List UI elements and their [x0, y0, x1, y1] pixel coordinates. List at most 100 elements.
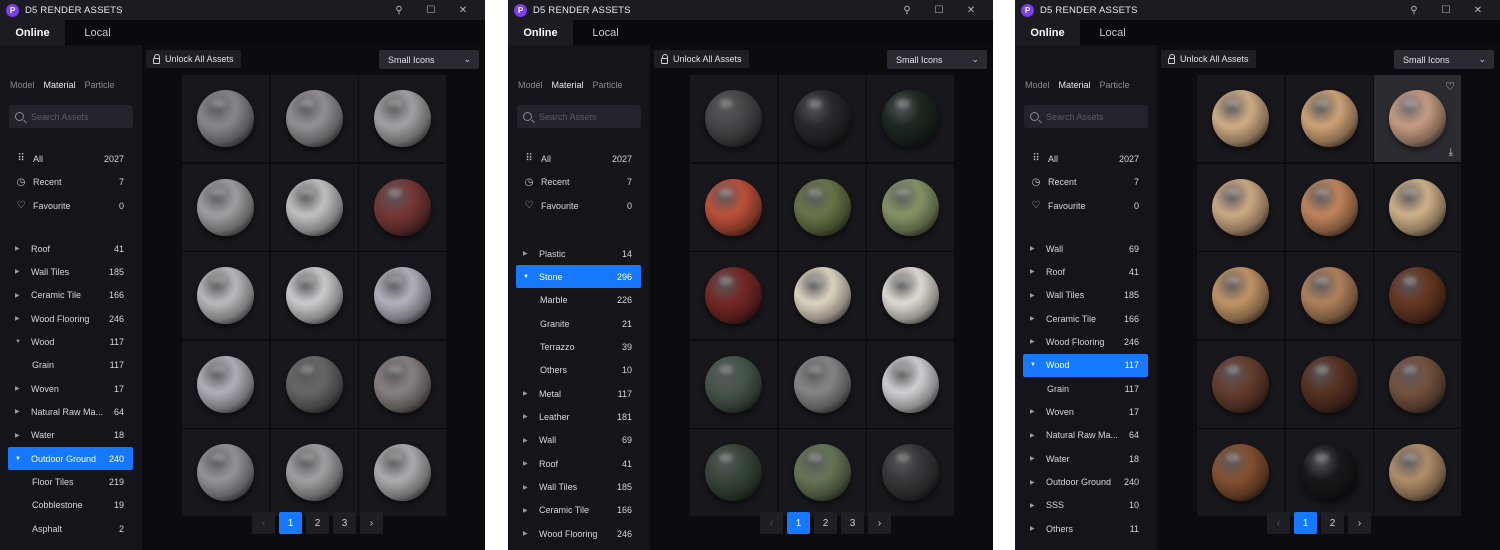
- tab-particle[interactable]: Particle: [85, 80, 115, 90]
- category-item[interactable]: ▶ Roof 41: [1023, 260, 1148, 283]
- category-item[interactable]: ▶ Ceramic Tile 166: [1023, 307, 1148, 330]
- category-item[interactable]: ▼ Wood 117: [8, 330, 133, 353]
- tab-model[interactable]: Model: [518, 80, 543, 90]
- category-item[interactable]: ▶ Ceramic Tile 166: [8, 284, 133, 307]
- material-tile[interactable]: [1285, 252, 1373, 339]
- expand-arrow-icon[interactable]: ▶: [15, 432, 25, 439]
- view-mode-select[interactable]: Small Icons ⌄: [379, 50, 479, 69]
- expand-arrow-icon[interactable]: ▶: [523, 507, 533, 514]
- close-icon[interactable]: ✕: [955, 5, 987, 16]
- expand-arrow-icon[interactable]: ▶: [523, 460, 533, 467]
- material-tile[interactable]: [1374, 163, 1461, 251]
- expand-arrow-icon[interactable]: ▶: [15, 292, 25, 299]
- expand-arrow-icon[interactable]: ▶: [523, 250, 533, 257]
- material-tile[interactable]: [867, 340, 954, 428]
- material-tile[interactable]: [778, 75, 866, 162]
- category-item[interactable]: Floor Tiles 219: [8, 471, 133, 494]
- material-tile[interactable]: [690, 340, 777, 428]
- expand-arrow-icon[interactable]: ▶: [15, 408, 25, 415]
- material-tile[interactable]: [270, 163, 358, 251]
- category-item[interactable]: ▶ Water 18: [1023, 447, 1148, 470]
- tab-particle[interactable]: Particle: [593, 80, 623, 90]
- expand-arrow-icon[interactable]: ▶: [1030, 525, 1040, 532]
- expand-arrow-icon[interactable]: ▶: [523, 413, 533, 420]
- category-item[interactable]: ▶ Ceramic Tile 166: [516, 499, 641, 522]
- category-item[interactable]: Grain 117: [8, 354, 133, 377]
- category-item[interactable]: ▶ Woven 17: [8, 377, 133, 400]
- category-item[interactable]: Marble 226: [516, 289, 641, 312]
- next-page-icon[interactable]: ›: [1348, 512, 1371, 534]
- material-tile[interactable]: [182, 75, 269, 162]
- category-item[interactable]: ▶ Wall Tiles 185: [1023, 284, 1148, 307]
- material-tile[interactable]: [359, 252, 446, 339]
- pin-icon[interactable]: ⚲: [383, 5, 415, 16]
- material-tile[interactable]: [1374, 340, 1461, 428]
- material-tile[interactable]: [1197, 75, 1284, 162]
- material-tile[interactable]: [867, 429, 954, 516]
- expand-arrow-icon[interactable]: ▶: [1030, 479, 1040, 486]
- expand-arrow-icon[interactable]: ▶: [1030, 315, 1040, 322]
- page-button[interactable]: 1: [1294, 512, 1317, 534]
- category-item[interactable]: ▶ Wood Flooring 246: [1023, 330, 1148, 353]
- category-item[interactable]: ▶ Outdoor Ground 240: [1023, 471, 1148, 494]
- tab-material[interactable]: Material: [44, 80, 76, 90]
- nav-item-favourite[interactable]: ♡ Favourite 0: [8, 194, 133, 217]
- expand-arrow-icon[interactable]: ▶: [1030, 245, 1040, 252]
- category-item[interactable]: Terrazzo 39: [516, 335, 641, 358]
- material-tile[interactable]: [690, 75, 777, 162]
- material-tile[interactable]: [1197, 252, 1284, 339]
- material-tile[interactable]: ♡ ⤓: [1374, 75, 1461, 162]
- pin-icon[interactable]: ⚲: [891, 5, 923, 16]
- close-icon[interactable]: ✕: [447, 5, 479, 16]
- category-item[interactable]: ▶ Metal 117: [516, 382, 641, 405]
- pin-icon[interactable]: ⚲: [1398, 5, 1430, 16]
- tab-model[interactable]: Model: [10, 80, 35, 90]
- expand-arrow-icon[interactable]: ▶: [523, 437, 533, 444]
- category-item[interactable]: ▶ Water 18: [8, 424, 133, 447]
- next-page-icon[interactable]: ›: [868, 512, 891, 534]
- category-item[interactable]: ▶ Wall 69: [1023, 237, 1148, 260]
- category-item[interactable]: ▶ Leather 181: [516, 405, 641, 428]
- material-tile[interactable]: [270, 429, 358, 516]
- expand-arrow-icon[interactable]: ▶: [1030, 338, 1040, 345]
- expand-arrow-icon[interactable]: ▶: [15, 385, 25, 392]
- tab-material[interactable]: Material: [552, 80, 584, 90]
- material-tile[interactable]: [182, 429, 269, 516]
- category-item[interactable]: ▼ Wood 117: [1023, 353, 1148, 377]
- material-tile[interactable]: [1374, 429, 1461, 516]
- material-tile[interactable]: [182, 163, 269, 251]
- tab-particle[interactable]: Particle: [1100, 80, 1130, 90]
- expand-arrow-icon[interactable]: ▶: [1030, 408, 1040, 415]
- maximize-icon[interactable]: ☐: [923, 5, 955, 16]
- tab-online[interactable]: Online: [1015, 20, 1080, 45]
- tab-online[interactable]: Online: [508, 20, 573, 45]
- category-item[interactable]: ▶ Wall Tiles 185: [8, 260, 133, 283]
- category-item[interactable]: ▼ Outdoor Ground 240: [8, 447, 133, 471]
- tab-local[interactable]: Local: [573, 20, 638, 45]
- collapse-arrow-icon[interactable]: ▼: [15, 339, 25, 345]
- material-tile[interactable]: [690, 429, 777, 516]
- material-tile[interactable]: [359, 429, 446, 516]
- category-item[interactable]: Grain 117: [1023, 377, 1148, 400]
- view-mode-select[interactable]: Small Icons ⌄: [887, 50, 987, 69]
- page-button[interactable]: 2: [814, 512, 837, 534]
- material-tile[interactable]: [1285, 75, 1373, 162]
- material-tile[interactable]: [1285, 163, 1373, 251]
- category-item[interactable]: ▶ Woven 17: [1023, 400, 1148, 423]
- unlock-all-button[interactable]: Unlock All Assets: [654, 50, 749, 68]
- material-tile[interactable]: [690, 252, 777, 339]
- nav-item-favourite[interactable]: ♡ Favourite 0: [1023, 194, 1148, 217]
- category-item[interactable]: Others 10: [516, 359, 641, 382]
- material-tile[interactable]: [1374, 252, 1461, 339]
- page-button[interactable]: 3: [333, 512, 356, 534]
- search-input[interactable]: Search Assets: [9, 105, 133, 128]
- category-item[interactable]: Cobblestone 19: [8, 494, 133, 517]
- expand-arrow-icon[interactable]: ▶: [1030, 432, 1040, 439]
- tab-local[interactable]: Local: [1080, 20, 1145, 45]
- category-item[interactable]: ▶ Wood Flooring 246: [516, 522, 641, 545]
- page-button[interactable]: 3: [841, 512, 864, 534]
- unlock-all-button[interactable]: Unlock All Assets: [1161, 50, 1256, 68]
- nav-item-recent[interactable]: ◷ Recent 7: [1023, 171, 1148, 194]
- material-tile[interactable]: [1197, 340, 1284, 428]
- material-tile[interactable]: [867, 75, 954, 162]
